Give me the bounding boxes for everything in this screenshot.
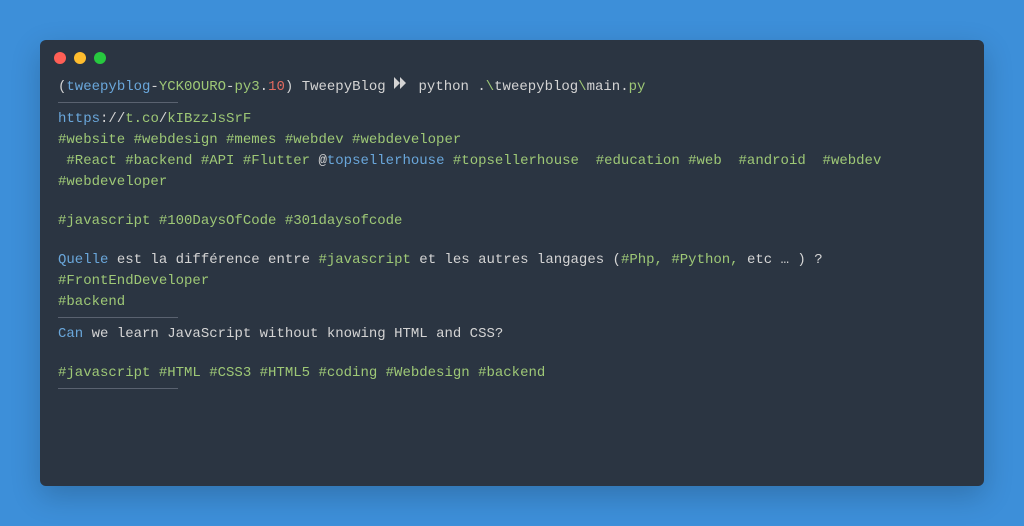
backslash: \ [486,79,494,95]
divider [58,388,178,389]
word-quelle: Quelle [58,252,108,268]
hashtag-line-website: #website #webdesign #memes #webdev #webd… [58,130,966,151]
url-line: https://t.co/kIBzzJsSrF [58,109,966,130]
text: et les autres langages ( [411,252,621,268]
dot: . [620,79,628,95]
hashtag: #javascript [318,252,410,268]
terminal-window: (tweepyblog-YCK0OURO-py3.10) TweepyBlog … [40,40,984,486]
hashtag-line-react: #React #backend #API #Flutter @topseller… [58,151,966,193]
maximize-icon[interactable] [94,52,106,64]
prompt-line: (tweepyblog-YCK0OURO-py3.10) TweepyBlog … [58,76,966,98]
backslash: \ [578,79,586,95]
cmd-file: main [587,79,621,95]
url-path: kIBzzJsSrF [167,111,251,127]
window-titlebar [40,40,984,72]
word-can: Can [58,326,83,342]
terminal-content: (tweepyblog-YCK0OURO-py3.10) TweepyBlog … [40,72,984,413]
dot: . [260,79,268,95]
py-prefix: py3 [234,79,259,95]
url-proto: https [58,111,100,127]
dash: - [150,79,158,95]
env-name: tweepyblog [66,79,150,95]
hashtag-line-js2: #javascript #HTML #CSS3 #HTML5 #coding #… [58,363,966,384]
pre-text: #React #backend #API #Flutter [58,153,318,169]
url-slash: / [159,111,167,127]
env-hash: YCK0OURO [159,79,226,95]
hashtag-line-js1: #javascript #100DaysOfCode #301daysofcod… [58,211,966,232]
close-icon[interactable] [54,52,66,64]
cmd-ext: py [629,79,646,95]
question-line-2: Can we learn JavaScript without knowing … [58,324,966,345]
cmd-pkg: tweepyblog [494,79,578,95]
text: etc … ) ? [739,252,823,268]
hashtag: #Php, [621,252,663,268]
cmd-python: python . [410,79,486,95]
minimize-icon[interactable] [74,52,86,64]
text: we learn JavaScript without knowing HTML… [83,326,503,342]
divider [58,317,178,318]
hashtag-frontend: #FrontEndDeveloper [58,271,966,292]
question-line-1: Quelle est la différence entre #javascri… [58,250,966,271]
mention: topsellerhouse [327,153,445,169]
text: est la différence entre [108,252,318,268]
hashtag: #Python, [671,252,738,268]
hashtag-backend: #backend [58,292,966,313]
url-sep: :// [100,111,125,127]
directory: TweepyBlog [293,79,394,95]
at-sign: @ [318,153,326,169]
prompt-arrow-icon [394,76,410,97]
divider [58,102,178,103]
py-minor: 10 [268,79,285,95]
url-host: t.co [125,111,159,127]
